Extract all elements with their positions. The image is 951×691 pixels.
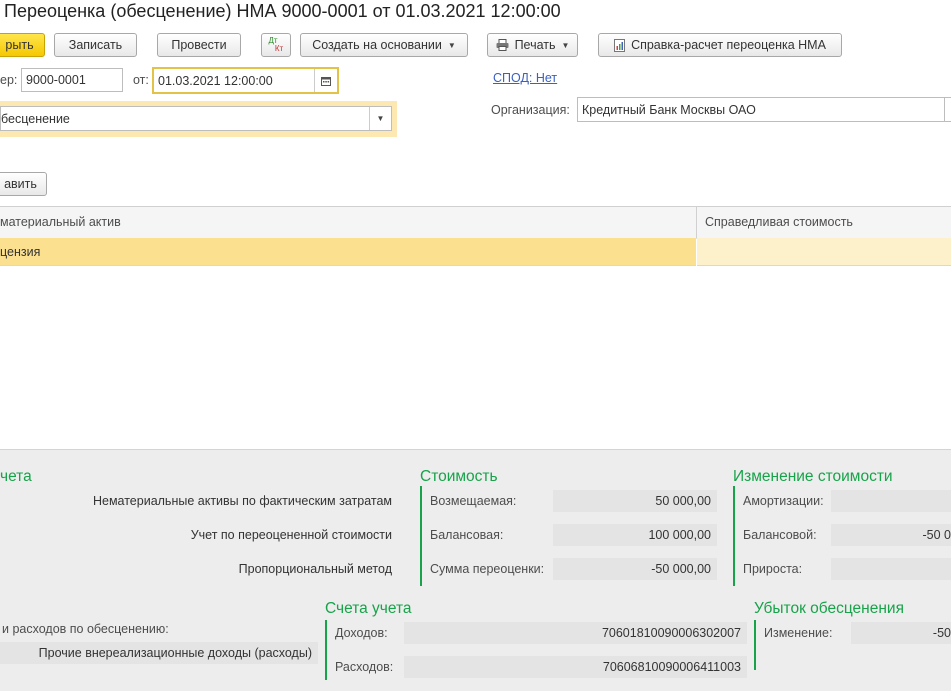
operation-value: бесценение (1, 112, 70, 126)
print-button[interactable]: Печать ▼ (487, 33, 578, 57)
report-icon (614, 39, 625, 52)
change-label-3: Прироста: (743, 562, 802, 576)
accounts-title: Счета учета (325, 600, 412, 618)
print-label: Печать (515, 38, 556, 52)
cost-value-2-text: 100 000,00 (648, 528, 711, 542)
dt-kt-button[interactable]: Дт Кт (261, 33, 291, 57)
number-input[interactable]: 9000-0001 (21, 68, 123, 92)
cost-divider (420, 486, 422, 586)
cell-asset[interactable]: цензия (0, 238, 696, 266)
column-fair-value[interactable]: Справедливая стоимость (705, 215, 853, 229)
accounting-value-1-text: Нематериальные активы по фактическим зат… (93, 494, 392, 508)
chevron-down-icon: ▼ (448, 41, 456, 50)
accounts-value-2-text: 70606810090006411003 (603, 660, 741, 674)
accounts-value-1-text: 70601810090006302007 (602, 626, 741, 640)
change-value-3 (831, 558, 951, 580)
details-panel: чета Нематериальные активы по фактически… (0, 449, 951, 691)
post-and-close-label: рыть (5, 38, 33, 52)
spod-link[interactable]: СПОД: Нет (493, 71, 557, 85)
income-expense-value-text: Прочие внереализационные доходы (расходы… (39, 646, 312, 660)
cost-value-2: 100 000,00 (553, 524, 717, 546)
table-header: материальный актив Справедливая стоимост… (0, 206, 951, 239)
change-title: Изменение стоимости (733, 468, 893, 486)
org-label: Организация: (491, 103, 570, 117)
impairment-value-1: -50 (851, 622, 951, 644)
date-input[interactable]: 01.03.2021 12:00:00 (152, 67, 339, 94)
table-row[interactable]: цензия (0, 238, 951, 265)
create-based-on-button[interactable]: Создать на основании ▼ (300, 33, 468, 57)
org-value: Кредитный Банк Москвы ОАО (582, 103, 756, 117)
impairment-title: Убыток обесценения (754, 600, 904, 618)
impairment-divider (754, 620, 756, 670)
number-label: ер: (0, 73, 17, 87)
add-row-label: авить (4, 177, 37, 191)
number-value: 9000-0001 (26, 73, 86, 87)
accounting-value-2-text: Учет по переоцененной стоимости (191, 528, 392, 542)
chevron-down-icon[interactable]: ▼ (369, 107, 391, 130)
change-label-2: Балансовой: (743, 528, 817, 542)
cell-fair-value[interactable] (697, 238, 951, 266)
operation-select[interactable]: бесценение ▼ (0, 106, 392, 131)
change-value-2: -50 0 (831, 524, 951, 546)
cost-value-1: 50 000,00 (553, 490, 717, 512)
post-and-close-button[interactable]: рыть (0, 33, 45, 57)
impairment-label-1: Изменение: (764, 626, 832, 640)
column-divider (696, 207, 697, 238)
change-divider (733, 486, 735, 586)
write-label: Записать (69, 38, 122, 52)
kt-icon: Кт (275, 45, 283, 53)
printer-icon (496, 39, 509, 51)
org-input[interactable]: Кредитный Банк Москвы ОАО (577, 97, 951, 122)
post-button[interactable]: Провести (157, 33, 241, 57)
post-label: Провести (171, 38, 226, 52)
calendar-icon[interactable] (314, 69, 337, 92)
change-label-1: Амортизации: (743, 494, 824, 508)
impairment-value-1-text: -50 (933, 626, 951, 640)
income-expense-value: Прочие внереализационные доходы (расходы… (0, 642, 318, 664)
chevron-down-icon: ▼ (562, 41, 570, 50)
create-based-on-label: Создать на основании (312, 38, 442, 52)
accounts-divider (325, 620, 327, 680)
income-expense-label: и расходов по обесценению: (2, 622, 169, 636)
accounting-value-3: Пропорциональный метод (0, 558, 398, 580)
date-value: 01.03.2021 12:00:00 (158, 74, 273, 88)
cost-label-3: Сумма переоценки: (430, 562, 544, 576)
accounting-value-2: Учет по переоцененной стоимости (0, 524, 398, 546)
report-label: Справка-расчет переоценка НМА (631, 38, 826, 52)
accounts-label-1: Доходов: (335, 626, 388, 640)
accounting-title: чета (0, 468, 32, 486)
cell-asset-text: цензия (0, 245, 40, 259)
cost-value-3-text: -50 000,00 (651, 562, 711, 576)
page-title: Переоценка (обесценение) НМА 9000-0001 о… (4, 0, 561, 22)
accounts-value-2: 70606810090006411003 (404, 656, 747, 678)
cost-label-2: Балансовая: (430, 528, 503, 542)
add-row-button[interactable]: авить (0, 172, 47, 196)
change-value-2-text: -50 0 (923, 528, 951, 542)
column-asset[interactable]: материальный актив (0, 215, 121, 229)
accounts-value-1: 70601810090006302007 (404, 622, 747, 644)
change-value-1 (831, 490, 951, 512)
cost-title: Стоимость (420, 468, 498, 486)
write-button[interactable]: Записать (54, 33, 137, 57)
accounts-label-2: Расходов: (335, 660, 393, 674)
accounting-value-1: Нематериальные активы по фактическим зат… (0, 490, 398, 512)
accounting-value-3-text: Пропорциональный метод (239, 562, 392, 576)
cost-value-1-text: 50 000,00 (655, 494, 711, 508)
org-select-button[interactable] (944, 97, 951, 122)
cost-label-1: Возмещаемая: (430, 494, 516, 508)
report-button[interactable]: Справка-расчет переоценка НМА (598, 33, 842, 57)
date-label: от: (133, 73, 149, 87)
cost-value-3: -50 000,00 (553, 558, 717, 580)
